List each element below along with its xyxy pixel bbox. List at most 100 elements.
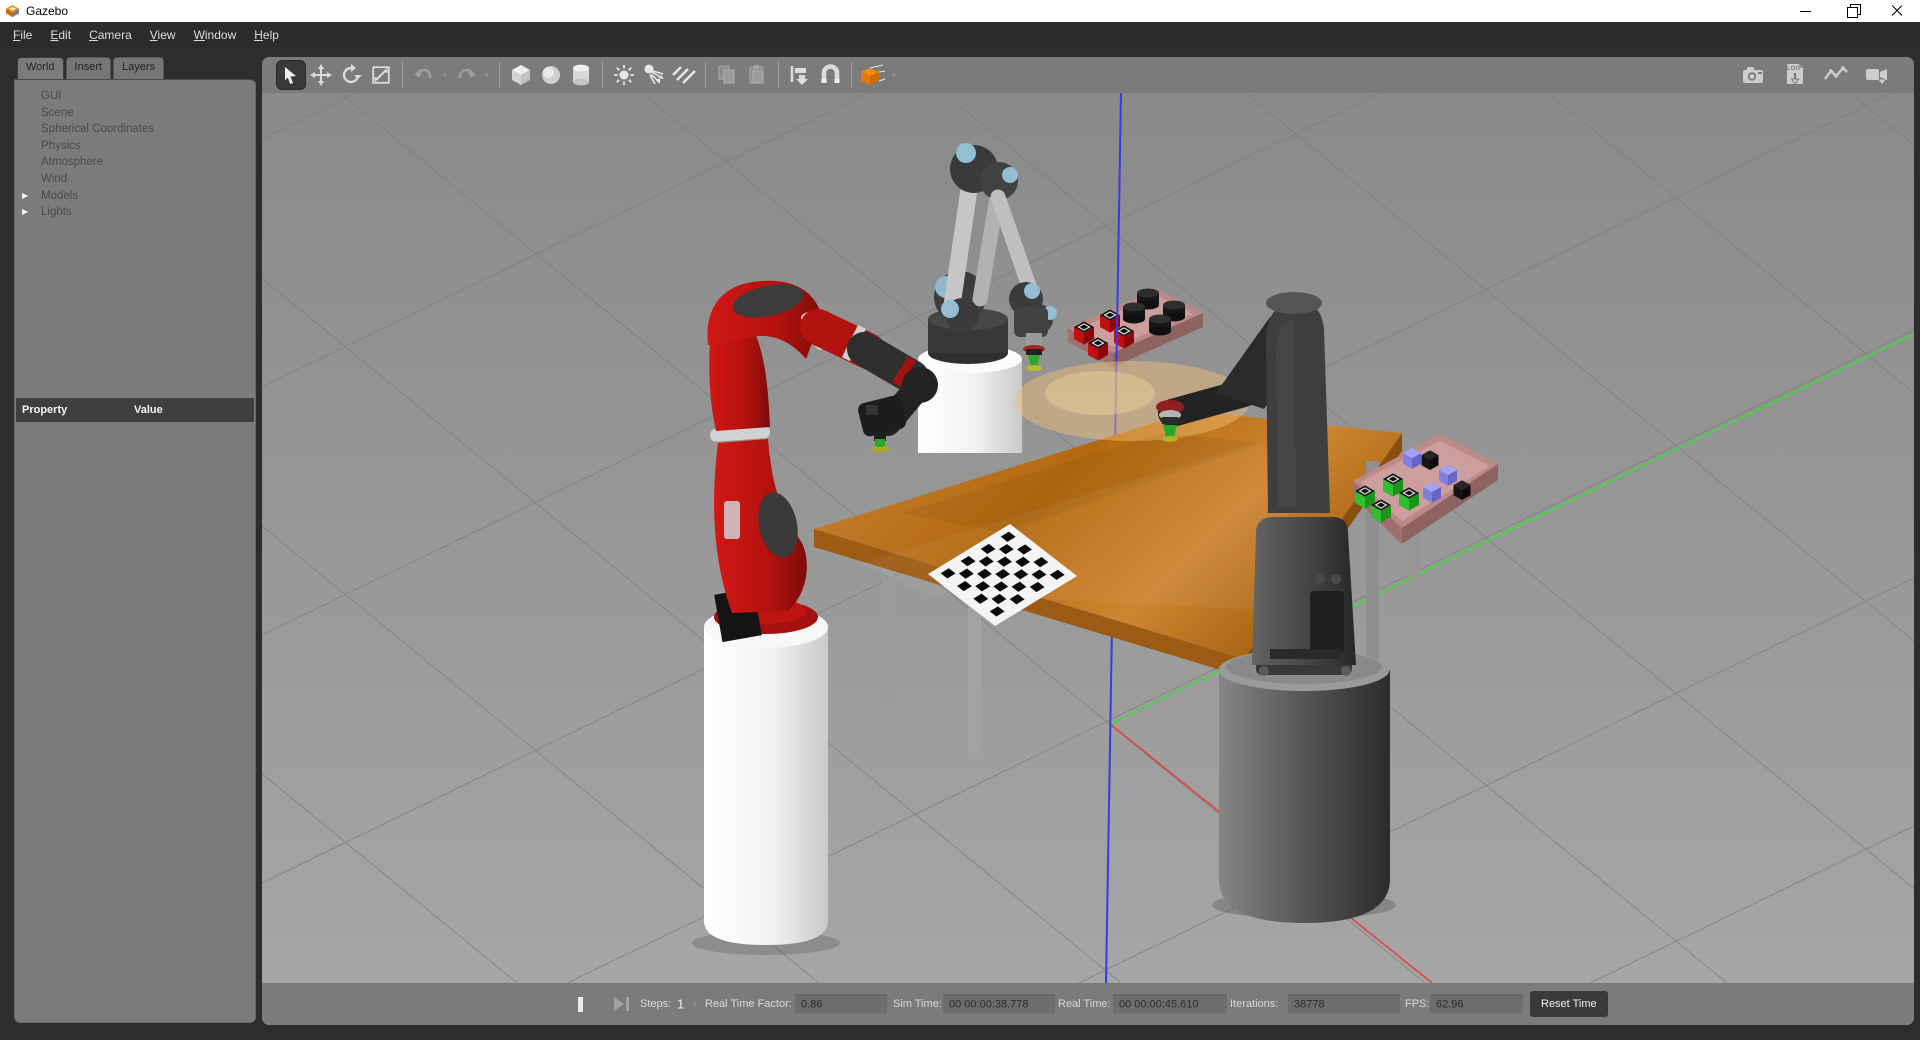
select-tool-button[interactable] [276,60,306,90]
view-angle-button[interactable] [858,61,888,89]
real-time-label: Real Time: [1058,998,1111,1010]
world-panel: World Insert Layers GUI Scene Spherical … [14,57,256,1023]
step-icon [614,997,624,1011]
menu-help[interactable]: Help [245,22,288,48]
paste-icon [745,63,769,87]
close-icon [1891,5,1903,17]
cylinder-icon [569,63,593,87]
undo-history-button[interactable]: ▾ [439,70,451,81]
menu-camera[interactable]: Camera [80,22,141,48]
tree-item-models-label: Models [41,190,78,202]
toolbar-separator [705,62,706,88]
undo-button[interactable] [409,61,439,89]
redo-history-button[interactable]: ▾ [481,70,493,81]
select-arrow-icon [281,65,301,85]
fps-field[interactable]: 62.96 [1430,995,1523,1014]
step-button[interactable] [614,997,632,1011]
fps-label: FPS: [1405,998,1429,1010]
playback-bar: Steps: 1 ▾ Real Time Factor: 0.86 Sim Ti… [262,983,1914,1025]
sim-time-label: Sim Time: [893,998,942,1010]
rtf-field[interactable]: 0.86 [795,995,887,1014]
log-record-button[interactable]: LOG [1782,62,1808,88]
scale-tool-button[interactable] [366,61,396,89]
menu-bar: File Edit Camera View Window Help [0,22,1920,48]
expand-arrow-icon[interactable]: ▶ [22,204,28,221]
tree-item-atmosphere[interactable]: Atmosphere [15,154,255,171]
menu-view[interactable]: View [141,22,185,48]
restore-icon [1847,7,1856,16]
insert-sphere-button[interactable] [536,61,566,89]
tree-item-wind[interactable]: Wind [15,171,255,188]
tree-item-gui[interactable]: GUI [15,88,255,105]
rotate-tool-button[interactable] [336,61,366,89]
close-button[interactable] [1874,0,1920,22]
sphere-icon [539,63,563,87]
view-angle-menu-button[interactable]: ▾ [888,70,900,81]
minimize-button[interactable] [1782,0,1828,22]
steps-dropdown-caret[interactable]: ▾ [689,999,701,1010]
copy-button[interactable] [712,61,742,89]
plot-button[interactable] [1823,62,1849,88]
directional-light-button[interactable] [669,61,699,89]
translate-tool-button[interactable] [306,61,336,89]
translate-icon [310,64,332,86]
tree-item-lights[interactable]: ▶Lights [15,204,255,221]
viewport-3d[interactable] [262,93,1914,983]
restore-button[interactable] [1828,0,1874,22]
tree-item-scene[interactable]: Scene [15,105,255,122]
reset-time-button[interactable]: Reset Time [1530,991,1608,1017]
capture-tools: LOG [1741,62,1890,88]
tab-layers[interactable]: Layers [113,57,164,79]
insert-box-button[interactable] [506,61,536,89]
plot-line-icon [1823,62,1849,88]
tree-item-physics[interactable]: Physics [15,138,255,155]
menu-edit[interactable]: Edit [41,22,80,48]
sim-time-field[interactable]: 00 00:00:38.778 [943,995,1055,1014]
video-camera-icon [1864,62,1890,88]
paste-button[interactable] [742,61,772,89]
toolbar-separator [778,62,779,88]
tab-world[interactable]: World [17,57,64,79]
viewport-container: ▾ ▾ [262,57,1914,1025]
property-table-header: Property Value [16,398,254,422]
expand-arrow-icon[interactable]: ▶ [22,188,28,205]
insert-cylinder-button[interactable] [566,61,596,89]
property-column-header: Property [16,404,134,416]
camera-icon [1741,62,1767,88]
toolbar-separator [499,62,500,88]
panel-tabs: World Insert Layers [14,57,256,79]
video-record-button[interactable] [1864,62,1890,88]
tab-insert[interactable]: Insert [66,57,112,79]
menu-file[interactable]: File [4,22,41,48]
menu-window[interactable]: Window [185,22,246,48]
world-tree: GUI Scene Spherical Coordinates Physics … [15,80,255,398]
iterations-field[interactable]: 38778 [1288,995,1400,1014]
spot-light-button[interactable] [639,61,669,89]
redo-button[interactable] [451,61,481,89]
point-light-button[interactable] [609,61,639,89]
screenshot-button[interactable] [1741,62,1767,88]
real-time-field[interactable]: 00 00:00:45.610 [1113,995,1227,1014]
directional-light-icon [671,63,697,87]
tree-item-spherical-coordinates[interactable]: Spherical Coordinates [15,121,255,138]
snap-tool-button[interactable] [815,61,845,89]
scale-icon [370,64,392,86]
redo-icon [455,64,477,86]
view-angle-cube-icon [860,62,886,88]
align-tool-button[interactable] [785,61,815,89]
value-column-header: Value [134,404,163,416]
log-icon-label: LOG [1787,66,1800,72]
align-icon [788,63,812,87]
rotate-icon [340,64,362,86]
title-bar: Gazebo [0,0,1920,22]
steps-label: Steps: [640,998,671,1010]
pause-button[interactable] [578,997,596,1012]
gazebo-logo-icon [5,5,20,18]
window-title: Gazebo [26,4,68,18]
box-icon [509,63,533,87]
toolbar-separator [602,62,603,88]
viewport-toolbar: ▾ ▾ [262,57,1914,93]
render-area[interactable] [262,93,1914,983]
steps-value[interactable]: 1 [677,997,684,1012]
tree-item-models[interactable]: ▶ Models [15,188,255,205]
